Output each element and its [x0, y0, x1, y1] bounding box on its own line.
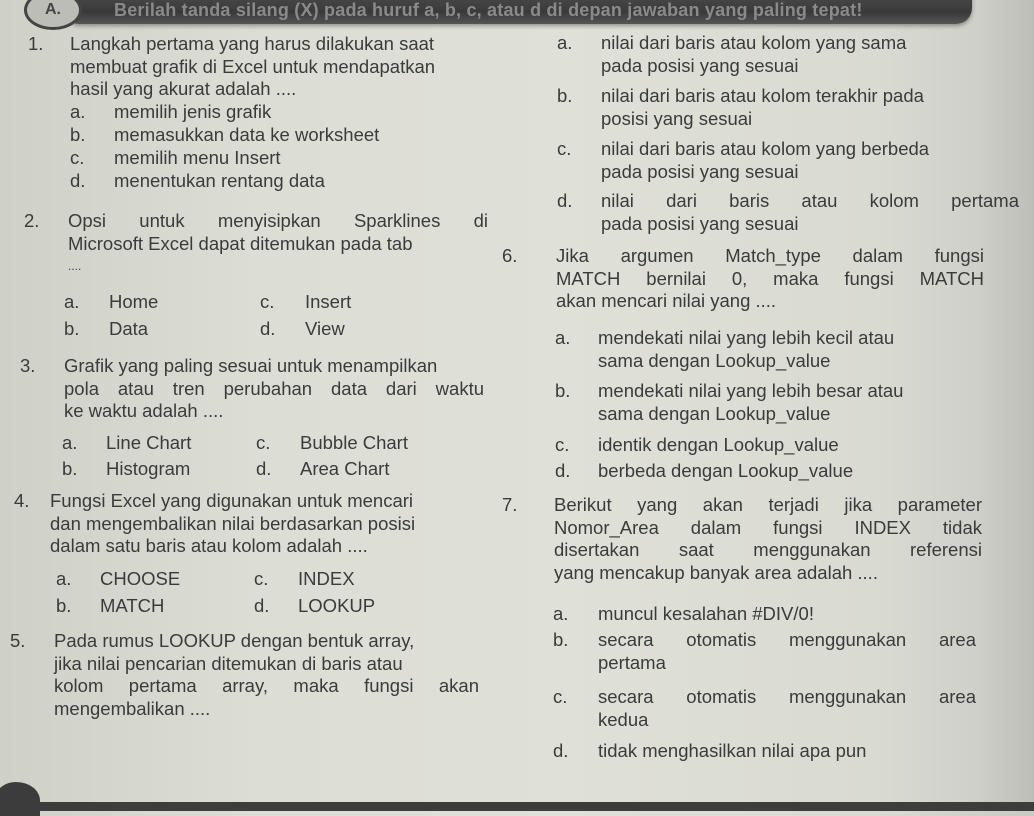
option-text: Bubble Chart — [300, 432, 408, 453]
question-line: Opsi untuk menyisipkan Sparklines di — [68, 210, 488, 231]
page-shadow — [974, 0, 1034, 811]
option-text: kedua — [598, 708, 649, 730]
option-letter: c. — [555, 434, 570, 455]
option-letter: b. — [62, 458, 78, 479]
question-line: MATCH bernilai 0, maka fungsi MATCH — [556, 267, 984, 289]
instruction-text: Berilah tanda silang (X) pada huruf a, b… — [114, 0, 863, 20]
option-text: CHOOSE — [100, 568, 181, 589]
question-line: Berikut yang akan terjadi jika parameter — [554, 494, 982, 515]
option-text: nilai dari baris atau kolom yang sama — [601, 32, 907, 53]
question-number: 4. — [14, 490, 30, 511]
option-letter: a. — [56, 568, 72, 589]
question-line: hasil yang akurat adalah .... — [70, 78, 297, 100]
option-letter: d. — [256, 458, 272, 479]
option-text: nilai dari baris atau kolom terakhir pad… — [601, 85, 924, 106]
option-letter: d. — [553, 740, 569, 761]
option-text: sama dengan Lookup_value — [598, 349, 831, 371]
option-text: berbeda dengan Lookup_value — [598, 460, 854, 481]
option-text: Insert — [305, 291, 352, 312]
option-text: sama dengan Lookup_value — [598, 402, 831, 424]
option-letter: a. — [555, 327, 571, 348]
section-badge: A. — [24, 0, 82, 30]
option-text: memasukkan data ke worksheet — [114, 124, 380, 145]
option-letter: b. — [64, 318, 80, 339]
option-letter: a. — [64, 291, 80, 312]
option-letter: b. — [70, 124, 86, 145]
option-text: INDEX — [298, 568, 355, 589]
option-letter: a. — [70, 101, 86, 122]
question-line: akan mencari nilai yang .... — [556, 290, 777, 312]
option-text: MATCH — [100, 595, 165, 616]
page-bottom-edge — [30, 802, 1034, 811]
question-line: Fungsi Excel yang digunakan untuk mencar… — [50, 490, 414, 511]
question-number: 3. — [20, 355, 36, 376]
question-line: disertakan saat menggunakan referensi — [554, 539, 982, 561]
option-text: muncul kesalahan #DIV/0! — [598, 603, 814, 624]
option-letter: c. — [254, 568, 269, 589]
question-line: Jika argumen Match_type dalam fungsi — [556, 245, 984, 266]
option-text: View — [305, 318, 345, 339]
option-letter: c. — [553, 686, 568, 707]
option-letter: c. — [557, 138, 572, 159]
question-line: yang mencakup banyak area adalah .... — [554, 561, 878, 583]
question-number: 2. — [24, 210, 40, 231]
option-text: mendekati nilai yang lebih kecil atau — [598, 327, 895, 348]
question-line: mengembalikan .... — [54, 697, 211, 719]
option-letter: d. — [260, 318, 276, 339]
question-number: 6. — [502, 245, 518, 266]
question-number: 5. — [10, 630, 26, 651]
question-line: ke waktu adalah .... — [64, 400, 224, 422]
question-number: 7. — [502, 494, 518, 515]
section-header: A. Berilah tanda silang (X) pada huruf a… — [0, 0, 1034, 30]
option-text: Area Chart — [300, 458, 390, 479]
option-text: menentukan rentang data — [114, 170, 325, 191]
option-text: pertama — [598, 651, 666, 673]
option-text: LOOKUP — [298, 595, 376, 616]
option-letter: a. — [557, 32, 573, 53]
option-text: nilai dari baris atau kolom yang berbeda — [601, 138, 930, 159]
option-letter: c. — [260, 291, 275, 312]
option-letter: b. — [555, 380, 571, 401]
option-text: secara otomatis menggunakan area — [598, 686, 976, 707]
question-line: .... — [68, 259, 82, 274]
option-text: Data — [109, 318, 149, 339]
option-text: memilih jenis grafik — [114, 101, 272, 122]
option-letter: c. — [256, 432, 271, 453]
option-text: tidak menghasilkan nilai apa pun — [598, 740, 867, 761]
option-letter: b. — [56, 595, 72, 616]
question-line: jika nilai pencarian ditemukan di baris … — [54, 652, 403, 674]
question-line: pola atau tren perubahan data dari waktu — [64, 377, 484, 399]
question-line: dalam satu baris atau kolom adalah .... — [50, 535, 368, 557]
option-text: pada posisi yang sesuai — [601, 54, 799, 76]
option-letter: d. — [70, 170, 86, 191]
option-letter: d. — [254, 595, 270, 616]
option-letter: d. — [555, 460, 571, 481]
option-letter: a. — [553, 603, 569, 624]
option-text: Home — [109, 291, 159, 312]
option-text: mendekati nilai yang lebih besar atau — [598, 380, 904, 401]
option-letter: b. — [557, 85, 573, 106]
option-letter: d. — [557, 190, 573, 211]
option-letter: b. — [553, 629, 569, 650]
option-text: posisi yang sesuai — [601, 107, 753, 129]
question-line: membuat grafik di Excel untuk mendapatka… — [70, 55, 436, 77]
option-letter: a. — [62, 432, 78, 453]
question-number: 1. — [28, 33, 44, 54]
question-line: Pada rumus LOOKUP dengan bentuk array, — [54, 630, 415, 651]
question-line: Langkah pertama yang harus dilakukan saa… — [70, 33, 435, 54]
option-text: secara otomatis menggunakan area — [598, 629, 976, 650]
question-line: Nomor_Area dalam fungsi INDEX tidak — [554, 516, 982, 538]
option-letter: c. — [70, 147, 85, 168]
question-line: kolom pertama array, maka fungsi akan — [54, 675, 479, 697]
question-line: Grafik yang paling sesuai untuk menampil… — [64, 355, 438, 376]
option-text: Histogram — [106, 458, 191, 479]
question-line: Microsoft Excel dapat ditemukan pada tab — [68, 232, 413, 254]
option-text: Line Chart — [106, 432, 192, 453]
option-text: pada posisi yang sesuai — [601, 212, 799, 234]
question-line: dan mengembalikan nilai berdasarkan posi… — [50, 512, 416, 534]
option-text: identik dengan Lookup_value — [598, 434, 839, 455]
option-text: memilih menu Insert — [114, 147, 281, 168]
option-text: pada posisi yang sesuai — [601, 160, 799, 182]
option-text: nilai dari baris atau kolom pertama — [601, 190, 1019, 211]
